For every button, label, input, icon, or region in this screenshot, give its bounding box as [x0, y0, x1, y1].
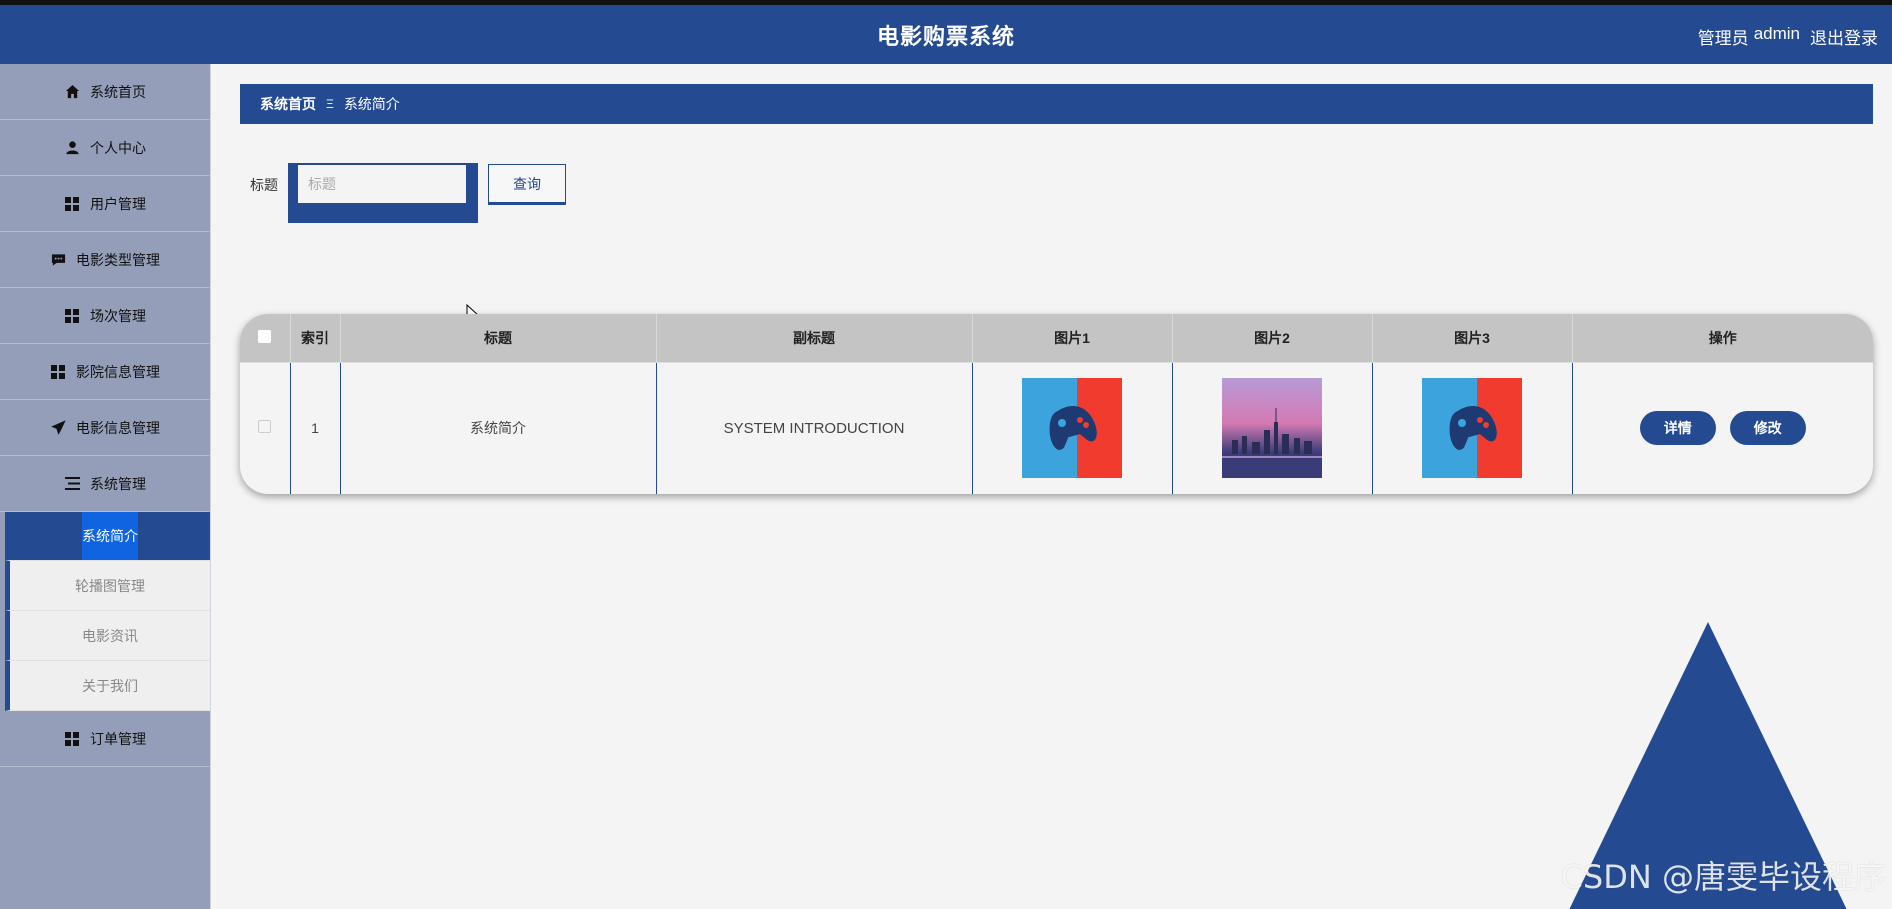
app-title: 电影购票系统	[876, 24, 1015, 49]
grid-icon	[64, 731, 80, 747]
logout-button[interactable]: 退出登录	[1810, 24, 1878, 49]
column-header: 图片3	[1372, 314, 1573, 362]
user-area: 管理员 admin 退出登录	[1698, 24, 1878, 49]
list-icon	[64, 476, 80, 492]
query-button[interactable]: 查询	[488, 164, 566, 205]
sidebar-subitem-label: 系统简介	[82, 512, 138, 560]
column-header: 标题	[340, 314, 657, 362]
search-box	[288, 163, 478, 223]
image2-cell	[1172, 361, 1373, 494]
watermark: CSDN @唐雯毕设程序	[1560, 858, 1886, 896]
sidebar-item-label: 系统首页	[90, 83, 146, 100]
sidebar-item-label: 电影信息管理	[76, 419, 160, 436]
sidebar-item-orders[interactable]: 订单管理	[0, 711, 210, 767]
sidebar-subitem-label: 电影资讯	[82, 627, 138, 644]
gamepad-image	[1022, 378, 1122, 479]
search-label: 标题	[250, 177, 278, 193]
user-icon	[64, 140, 80, 156]
column-header: 索引	[290, 314, 341, 362]
sidebar-subitem-about[interactable]: 关于我们	[5, 661, 210, 711]
chat-icon	[50, 252, 66, 268]
title-cell: 系统简介	[340, 361, 657, 494]
gamepad-image	[1422, 378, 1522, 479]
grid-icon	[50, 364, 66, 380]
sidebar-item-sessions[interactable]: 场次管理	[0, 288, 210, 344]
detail-button[interactable]: 详情	[1639, 411, 1716, 446]
breadcrumb-separator: Ξ	[326, 97, 334, 111]
sidebar-item-users[interactable]: 用户管理	[0, 176, 210, 232]
actions-cell: 详情 修改	[1572, 361, 1873, 494]
table-header-row: 索引 标题 副标题 图片1 图片2 图片3 操作	[240, 314, 1873, 362]
sidebar-item-label: 用户管理	[90, 195, 146, 212]
sidebar: 系统首页 个人中心 用户管理 电影类型管理 场次管理 影院信息管理 电影信息管理…	[0, 64, 211, 909]
user-role: 管理员	[1697, 29, 1749, 48]
title-search-input[interactable]	[298, 165, 466, 203]
sidebar-item-cinemas[interactable]: 影院信息管理	[0, 344, 210, 400]
sidebar-item-label: 影院信息管理	[76, 363, 160, 380]
sidebar-item-label: 电影类型管理	[76, 251, 160, 268]
edit-button[interactable]: 修改	[1729, 411, 1806, 446]
sidebar-item-label: 系统管理	[90, 475, 146, 492]
sidebar-subitem-carousel[interactable]: 轮播图管理	[5, 561, 210, 611]
image3-cell	[1372, 361, 1573, 494]
index-cell: 1	[290, 361, 341, 494]
table-row: 1 系统简介 SYSTEM INTRODUCTION 详情 修改	[240, 361, 1873, 494]
sidebar-item-profile[interactable]: 个人中心	[0, 120, 210, 176]
column-header: 操作	[1708, 329, 1737, 346]
sidebar-item-movies[interactable]: 电影信息管理	[0, 400, 210, 456]
row-checkbox[interactable]	[258, 420, 272, 434]
subtitle-cell: SYSTEM INTRODUCTION	[656, 361, 973, 494]
sidebar-item-movie-types[interactable]: 电影类型管理	[0, 232, 210, 288]
top-header: 电影购票系统 管理员 admin 退出登录	[0, 0, 1892, 64]
select-all-cell	[240, 314, 291, 362]
grid-icon	[64, 196, 80, 212]
sidebar-subitem-news[interactable]: 电影资讯	[5, 611, 210, 661]
sidebar-subitem-label: 关于我们	[82, 677, 138, 694]
grid-icon	[64, 308, 80, 324]
sidebar-item-label: 场次管理	[90, 307, 146, 324]
row-select-cell	[240, 361, 291, 494]
column-header: 副标题	[656, 314, 973, 362]
city-skyline-image	[1222, 378, 1322, 479]
image1-cell	[972, 361, 1173, 494]
data-table: 索引 标题 副标题 图片1 图片2 图片3 操作 1 系统简介 SYSTEM I…	[240, 314, 1873, 494]
column-header: 图片1	[972, 314, 1173, 362]
sidebar-subitem-intro[interactable]: 系统简介	[5, 512, 210, 561]
sidebar-item-home[interactable]: 系统首页	[0, 64, 210, 120]
sidebar-item-label: 个人中心	[90, 139, 146, 156]
sidebar-item-system[interactable]: 系统管理	[0, 456, 210, 512]
sidebar-item-label: 订单管理	[90, 730, 146, 747]
sidebar-subitem-label: 轮播图管理	[75, 577, 145, 594]
breadcrumb: 系统首页 Ξ 系统简介	[240, 84, 1873, 124]
username: admin	[1753, 24, 1800, 43]
column-header: 图片2	[1172, 314, 1373, 362]
send-icon	[50, 420, 66, 436]
home-icon	[64, 84, 80, 100]
breadcrumb-home[interactable]: 系统首页	[260, 94, 316, 114]
select-all-checkbox[interactable]	[258, 329, 272, 343]
breadcrumb-current: 系统简介	[343, 96, 400, 112]
